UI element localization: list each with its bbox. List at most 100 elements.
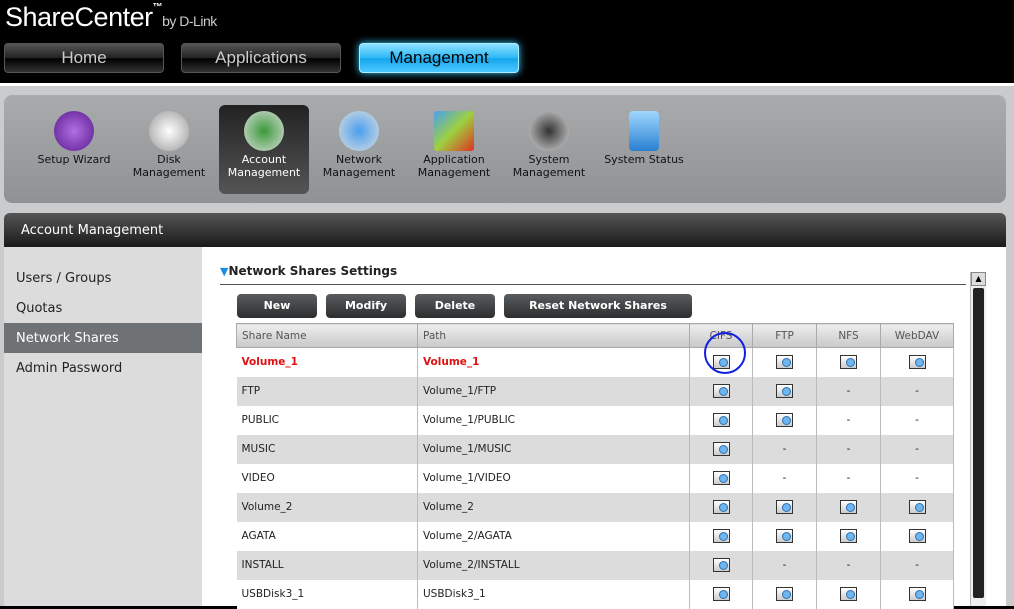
tool-setup-wizard[interactable]: Setup Wizard [29, 105, 119, 194]
nfs-cell: - [816, 463, 881, 493]
col-webdav[interactable]: WebDAV [880, 323, 954, 348]
table-row[interactable]: INSTALL Volume_2/INSTALL - - - [236, 550, 954, 580]
ftp-settings-icon[interactable] [776, 529, 793, 543]
top-header: ShareCenter™by D-Link Home Applications … [0, 0, 1014, 83]
ftp-cell[interactable] [752, 521, 817, 551]
nfs-cell: - [816, 550, 881, 580]
share-path: Volume_1 [417, 347, 690, 377]
table-row[interactable]: VIDEO Volume_1/VIDEO - - - [236, 463, 954, 493]
new-button[interactable]: New [237, 294, 317, 318]
webdav-cell: - [880, 550, 954, 580]
cifs-cell[interactable] [689, 434, 753, 464]
application-grid-icon [434, 111, 474, 151]
sharecenter-logo: ShareCenter™by D-Link [5, 2, 217, 33]
nav-home[interactable]: Home [4, 43, 164, 73]
cifs-cell[interactable] [689, 492, 753, 522]
scrollbar[interactable]: ▲ [970, 272, 986, 606]
delete-button[interactable]: Delete [415, 294, 495, 318]
ftp-settings-icon[interactable] [776, 384, 793, 398]
nav-management[interactable]: Management [359, 43, 519, 73]
cifs-settings-icon[interactable] [712, 471, 730, 485]
webdav-cell: - [880, 376, 954, 406]
ftp-cell[interactable] [752, 376, 817, 406]
share-path: Volume_1/MUSIC [417, 434, 690, 464]
nfs-settings-icon[interactable] [840, 587, 857, 601]
share-name: Volume_2 [236, 492, 418, 522]
webdav-cell[interactable] [880, 347, 954, 377]
table-row[interactable]: FTP Volume_1/FTP - - [236, 376, 954, 406]
tool-label: System Management [512, 153, 586, 179]
share-name: FTP [236, 376, 418, 406]
webdav-settings-icon[interactable] [908, 500, 926, 514]
cifs-settings-icon[interactable] [712, 413, 730, 427]
tool-application-management[interactable]: Application Management [409, 105, 499, 194]
nav-applications[interactable]: Applications [181, 43, 341, 73]
sidebar-item-admin-password[interactable]: Admin Password [4, 353, 202, 383]
ftp-cell: - [752, 434, 817, 464]
table-row[interactable]: MUSIC Volume_1/MUSIC - - - [236, 434, 954, 464]
webdav-settings-icon[interactable] [908, 587, 926, 601]
cifs-cell[interactable] [689, 579, 753, 609]
col-ftp[interactable]: FTP [752, 323, 817, 348]
cifs-settings-icon[interactable] [712, 558, 730, 572]
nfs-cell: - [816, 405, 881, 435]
ftp-cell[interactable] [752, 492, 817, 522]
tool-account-management[interactable]: Account Management [219, 105, 309, 194]
account-management-panel: Account Management Users / Groups Quotas… [0, 211, 1014, 609]
col-share-name[interactable]: Share Name [236, 323, 418, 348]
sidebar-item-quotas[interactable]: Quotas [4, 293, 202, 323]
nfs-cell: - [816, 434, 881, 464]
ftp-cell[interactable] [752, 347, 817, 377]
nfs-cell[interactable] [816, 521, 881, 551]
share-path: Volume_2/INSTALL [417, 550, 690, 580]
cifs-cell[interactable] [689, 550, 753, 580]
cifs-settings-icon[interactable] [712, 442, 730, 456]
sidebar-item-users-groups[interactable]: Users / Groups [4, 263, 202, 293]
cifs-cell[interactable] [689, 463, 753, 493]
ftp-settings-icon[interactable] [776, 587, 793, 601]
modify-button[interactable]: Modify [326, 294, 406, 318]
table-row[interactable]: Volume_1 Volume_1 [236, 347, 954, 377]
cifs-settings-icon[interactable] [712, 500, 730, 514]
table-row[interactable]: Volume_2 Volume_2 [236, 492, 954, 522]
webdav-cell[interactable] [880, 579, 954, 609]
tool-label: Setup Wizard [37, 153, 111, 166]
cifs-cell[interactable] [689, 521, 753, 551]
scroll-up-icon[interactable]: ▲ [971, 272, 986, 286]
nfs-settings-icon[interactable] [840, 500, 857, 514]
sidebar-item-network-shares[interactable]: Network Shares [4, 323, 202, 353]
ftp-settings-icon[interactable] [776, 413, 793, 427]
col-path[interactable]: Path [417, 323, 690, 348]
webdav-settings-icon[interactable] [908, 355, 926, 370]
nfs-cell[interactable] [816, 347, 881, 377]
tool-network-management[interactable]: Network Management [314, 105, 404, 194]
tool-system-management[interactable]: System Management [504, 105, 594, 194]
tool-disk-management[interactable]: Disk Management [124, 105, 214, 194]
nfs-settings-icon[interactable] [840, 529, 857, 543]
scroll-thumb[interactable] [973, 288, 984, 598]
share-path: Volume_1/VIDEO [417, 463, 690, 493]
table-row[interactable]: AGATA Volume_2/AGATA [236, 521, 954, 551]
cifs-settings-icon[interactable] [712, 529, 730, 543]
col-nfs[interactable]: NFS [816, 323, 881, 348]
ftp-settings-icon[interactable] [776, 500, 793, 514]
webdav-cell[interactable] [880, 492, 954, 522]
cifs-cell[interactable] [689, 376, 753, 406]
webdav-cell[interactable] [880, 521, 954, 551]
webdav-settings-icon[interactable] [908, 529, 926, 543]
reset-network-shares-button[interactable]: Reset Network Shares [504, 294, 692, 318]
cifs-cell[interactable] [689, 405, 753, 435]
ftp-cell[interactable] [752, 405, 817, 435]
nfs-settings-icon[interactable] [840, 355, 857, 370]
cifs-settings-icon[interactable] [712, 587, 730, 601]
share-name: AGATA [236, 521, 418, 551]
section-header[interactable]: ▼Network Shares Settings [220, 264, 397, 278]
ftp-cell[interactable] [752, 579, 817, 609]
cifs-settings-icon[interactable] [712, 384, 730, 398]
table-row[interactable]: USBDisk3_1 USBDisk3_1 [236, 579, 954, 609]
table-row[interactable]: PUBLIC Volume_1/PUBLIC - - [236, 405, 954, 435]
tool-system-status[interactable]: System Status [599, 105, 689, 194]
nfs-cell[interactable] [816, 492, 881, 522]
ftp-settings-icon[interactable] [776, 355, 793, 370]
nfs-cell[interactable] [816, 579, 881, 609]
